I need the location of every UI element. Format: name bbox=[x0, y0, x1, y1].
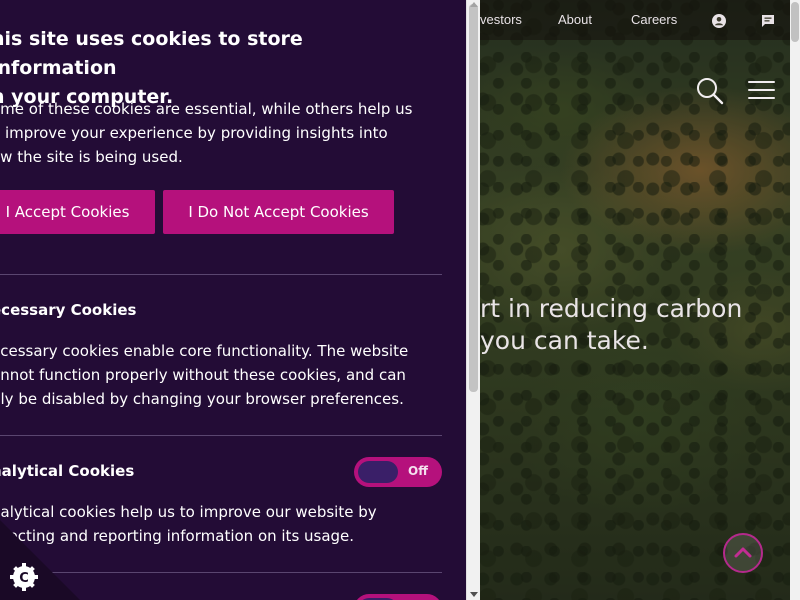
account-icon[interactable] bbox=[712, 13, 726, 28]
page-scrollbar-thumb[interactable] bbox=[791, 2, 799, 42]
page-scrollbar[interactable] bbox=[790, 0, 800, 600]
cookie-settings-badge[interactable]: C bbox=[0, 520, 80, 600]
necessary-cookies-title: ecessary Cookies bbox=[0, 301, 137, 319]
toggle-state-label: Off bbox=[408, 464, 428, 478]
description-line: ecessary cookies enable core functionali… bbox=[0, 342, 409, 360]
nav-link-about[interactable]: About bbox=[558, 12, 592, 27]
description-line: annot function properly without these co… bbox=[0, 366, 406, 384]
hero-heading-line-1: rt in reducing carbon bbox=[480, 294, 743, 323]
description-line: nly be disabled by changing your browser… bbox=[0, 390, 404, 408]
analytical-cookies-toggle[interactable]: Off bbox=[354, 457, 442, 487]
hamburger-menu-icon[interactable] bbox=[748, 81, 775, 99]
svg-text:C: C bbox=[19, 571, 29, 586]
divider bbox=[0, 435, 442, 436]
nav-link-investors[interactable]: vestors bbox=[480, 12, 522, 27]
analytical-cookies-title: nalytical Cookies bbox=[0, 462, 135, 480]
intro-line: ome of these cookies are essential, whil… bbox=[0, 100, 413, 118]
description-line: nalytical cookies help us to improve our… bbox=[0, 503, 377, 521]
scroll-down-arrow-icon[interactable] bbox=[470, 592, 478, 597]
cookie-panel-scrollbar-thumb[interactable] bbox=[469, 4, 478, 392]
intro-line: ow the site is being used. bbox=[0, 148, 183, 166]
intro-line: o improve your experience by providing i… bbox=[0, 124, 388, 142]
next-cookies-toggle[interactable] bbox=[354, 594, 442, 600]
accept-cookies-button[interactable]: I Accept Cookies bbox=[0, 190, 155, 234]
cookie-consent-panel: his site uses cookies to store informati… bbox=[0, 0, 466, 600]
scroll-up-arrow-icon[interactable] bbox=[470, 2, 478, 7]
back-to-top-button[interactable] bbox=[723, 533, 763, 573]
cookie-panel-intro: ome of these cookies are essential, whil… bbox=[0, 97, 451, 169]
cookie-panel-title-line-1: his site uses cookies to store informati… bbox=[0, 28, 303, 79]
nav-link-careers[interactable]: Careers bbox=[631, 12, 677, 27]
necessary-cookies-description: ecessary cookies enable core functionali… bbox=[0, 339, 451, 411]
search-icon[interactable] bbox=[696, 77, 724, 105]
chat-icon[interactable] bbox=[761, 13, 775, 27]
toggle-knob bbox=[358, 461, 398, 483]
hero-heading-line-2: you can take. bbox=[480, 326, 649, 355]
divider bbox=[0, 274, 442, 275]
decline-cookies-button[interactable]: I Do Not Accept Cookies bbox=[163, 190, 394, 234]
